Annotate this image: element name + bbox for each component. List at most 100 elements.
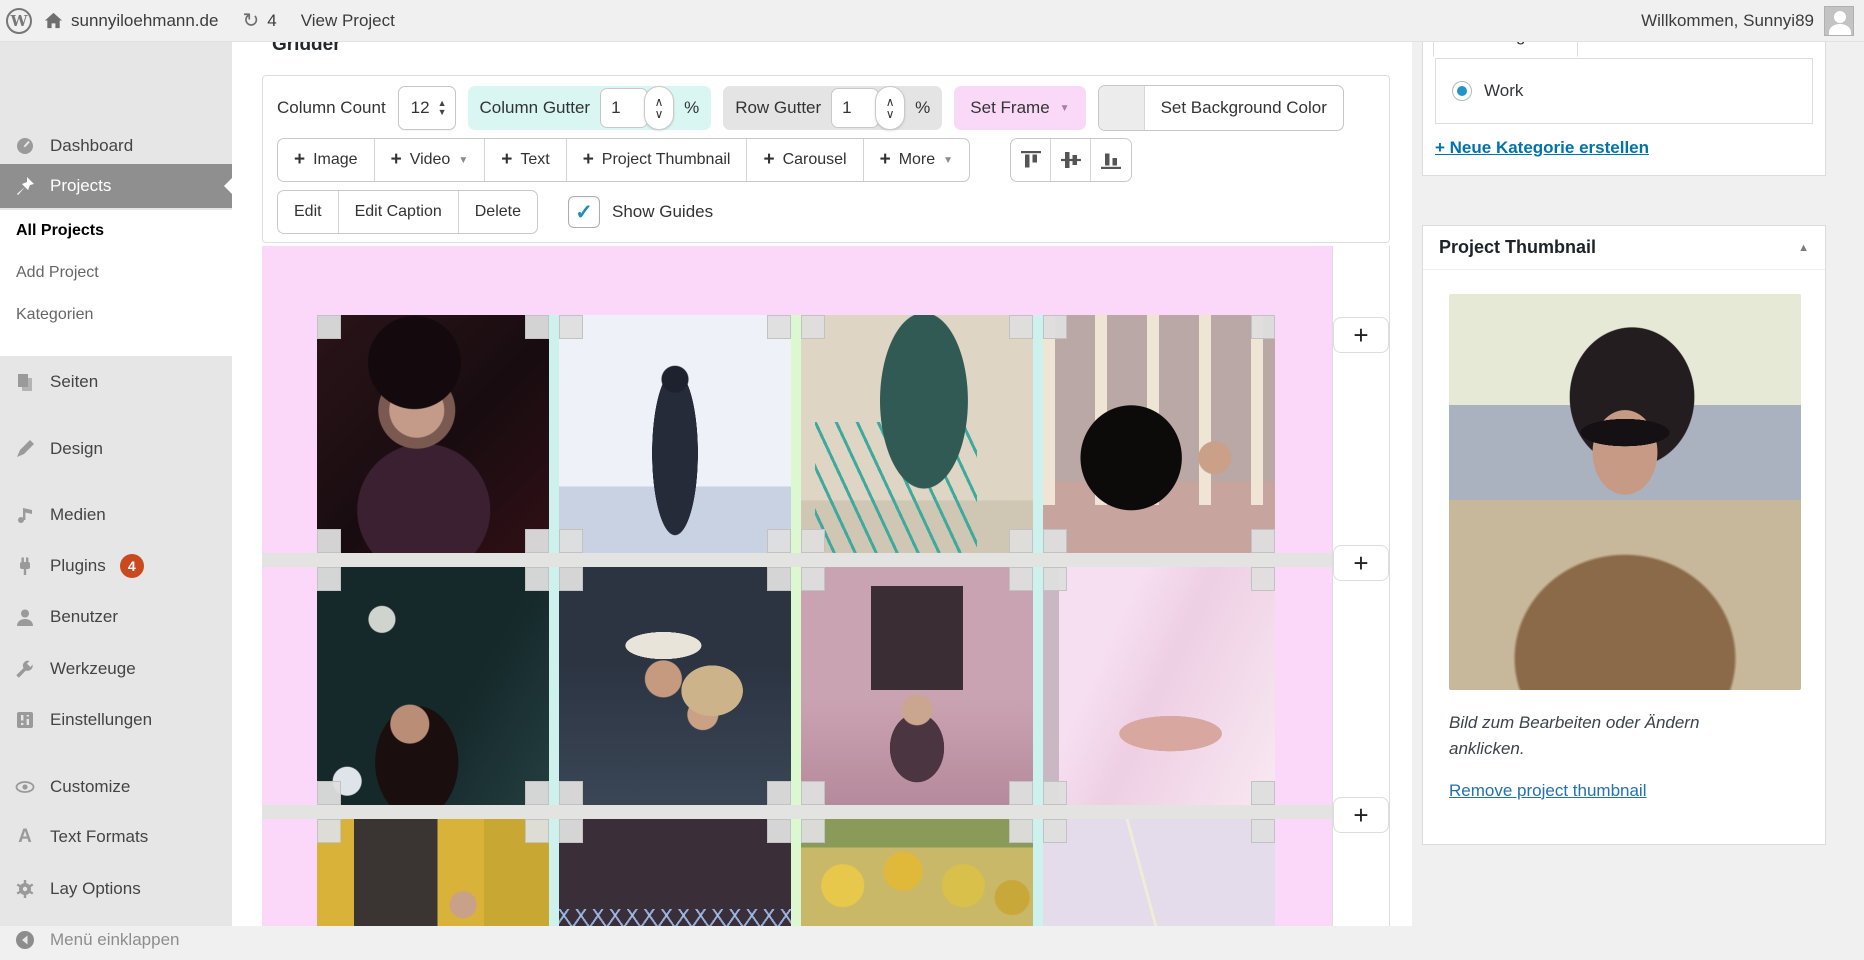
add-row-button[interactable]: + [1333, 797, 1389, 833]
resize-handle[interactable] [1009, 781, 1033, 805]
show-guides-checkbox[interactable]: ✓ [568, 196, 600, 228]
resize-handle[interactable] [559, 567, 583, 591]
resize-handle[interactable] [767, 529, 791, 553]
resize-handle[interactable] [559, 781, 583, 805]
grid-photo-2-2[interactable] [559, 567, 791, 805]
grid-photo-1-2[interactable] [559, 315, 791, 553]
resize-handle[interactable] [801, 781, 825, 805]
sidebar-item-dashboard[interactable]: Dashboard [0, 126, 232, 166]
set-frame-button[interactable]: Set Frame ▼ [954, 86, 1085, 130]
sidebar-item-design[interactable]: Design [0, 429, 232, 469]
row-gutter-stepper[interactable]: ∧∨ [875, 86, 905, 130]
sidebar-item-benutzer[interactable]: Benutzer [0, 597, 232, 637]
resize-handle[interactable] [559, 315, 583, 339]
edit-caption-button[interactable]: Edit Caption [339, 191, 459, 233]
resize-handle[interactable] [1251, 781, 1275, 805]
grid-photo-2-1[interactable] [317, 567, 549, 805]
align-middle-button[interactable] [1051, 139, 1091, 181]
grid-photo-3-4[interactable] [1043, 819, 1275, 926]
resize-handle[interactable] [317, 819, 341, 843]
add-project-thumbnail-button[interactable]: + Project Thumbnail [567, 139, 748, 181]
grid-photo-1-1[interactable] [317, 315, 549, 553]
resize-handle[interactable] [317, 567, 341, 591]
row-gutter-input[interactable]: 1 [831, 88, 879, 128]
add-text-button[interactable]: + Text [485, 139, 566, 181]
sidebar-item-seiten[interactable]: Seiten [0, 362, 232, 402]
delete-button[interactable]: Delete [459, 191, 537, 233]
column-count-stepper[interactable]: 12 ▲▼ [398, 86, 456, 130]
welcome-text[interactable]: Willkommen, Sunnyi89 [1641, 11, 1814, 31]
add-carousel-button[interactable]: + Carousel [747, 139, 863, 181]
sidebar-item-medien[interactable]: Medien [0, 495, 232, 535]
project-thumbnail-header[interactable]: Project Thumbnail ▲ [1423, 226, 1825, 270]
edit-button[interactable]: Edit [278, 191, 339, 233]
submenu-add-project[interactable]: Add Project [0, 252, 232, 294]
resize-handle[interactable] [1009, 567, 1033, 591]
resize-handle[interactable] [317, 315, 341, 339]
add-image-button[interactable]: + Image [278, 139, 375, 181]
resize-handle[interactable] [1251, 529, 1275, 553]
user-avatar[interactable] [1824, 6, 1854, 36]
resize-handle[interactable] [525, 529, 549, 553]
add-row-button[interactable]: + [1333, 545, 1389, 581]
project-thumbnail-image[interactable] [1449, 294, 1801, 690]
resize-handle[interactable] [801, 529, 825, 553]
resize-handle[interactable] [1043, 819, 1067, 843]
site-menu[interactable]: sunnyiloehmann.de [32, 0, 230, 42]
sidebar-item-lay-options[interactable]: Lay Options [0, 869, 232, 909]
resize-handle[interactable] [801, 315, 825, 339]
resize-handle[interactable] [1251, 819, 1275, 843]
grid-photo-3-2[interactable] [559, 819, 791, 926]
column-gutter-stepper[interactable]: ∧∨ [644, 86, 674, 130]
set-background-color-button[interactable]: Set Background Color [1098, 85, 1344, 131]
resize-handle[interactable] [767, 819, 791, 843]
resize-handle[interactable] [1043, 567, 1067, 591]
resize-handle[interactable] [317, 529, 341, 553]
sidebar-item-plugins[interactable]: Plugins 4 [0, 546, 232, 586]
panel-collapse-icon[interactable]: ▲ [1798, 242, 1809, 254]
sidebar-item-customize[interactable]: Customize [0, 767, 232, 807]
remove-project-thumbnail-link[interactable]: Remove project thumbnail [1449, 781, 1646, 801]
add-row-button[interactable]: + [1333, 317, 1389, 353]
spinner-arrows-icon[interactable]: ▲▼ [438, 99, 447, 117]
resize-handle[interactable] [525, 819, 549, 843]
resize-handle[interactable] [1043, 781, 1067, 805]
category-radio-work[interactable] [1452, 81, 1472, 101]
sidebar-item-werkzeuge[interactable]: Werkzeuge [0, 649, 232, 689]
add-new-category-link[interactable]: + Neue Kategorie erstellen [1435, 138, 1649, 158]
background-color-swatch[interactable] [1099, 86, 1145, 130]
updates-menu[interactable]: ↻ 4 [230, 0, 288, 42]
resize-handle[interactable] [1009, 315, 1033, 339]
resize-handle[interactable] [801, 819, 825, 843]
resize-handle[interactable] [1251, 567, 1275, 591]
resize-handle[interactable] [525, 781, 549, 805]
resize-handle[interactable] [801, 567, 825, 591]
resize-handle[interactable] [317, 781, 341, 805]
grid-photo-3-3[interactable] [801, 819, 1033, 926]
collapse-menu-button[interactable]: Menü einklappen [0, 920, 232, 960]
resize-handle[interactable] [767, 567, 791, 591]
sidebar-item-projects[interactable]: Projects [0, 164, 232, 208]
grid-background[interactable] [262, 246, 1332, 926]
resize-handle[interactable] [1251, 315, 1275, 339]
column-gutter-input[interactable]: 1 [600, 88, 648, 128]
submenu-all-projects[interactable]: All Projects [0, 210, 232, 252]
resize-handle[interactable] [525, 567, 549, 591]
add-video-button[interactable]: + Video ▼ [375, 139, 486, 181]
resize-handle[interactable] [767, 781, 791, 805]
resize-handle[interactable] [767, 315, 791, 339]
grid-photo-2-3[interactable] [801, 567, 1033, 805]
sidebar-item-einstellungen[interactable]: Einstellungen [0, 700, 232, 740]
resize-handle[interactable] [1043, 529, 1067, 553]
add-more-button[interactable]: + More ▼ [864, 139, 969, 181]
resize-handle[interactable] [559, 819, 583, 843]
grid-photo-2-4[interactable] [1043, 567, 1275, 805]
align-top-button[interactable] [1011, 139, 1051, 181]
align-bottom-button[interactable] [1091, 139, 1131, 181]
resize-handle[interactable] [559, 529, 583, 553]
submenu-kategorien[interactable]: Kategorien [0, 294, 232, 336]
grid-photo-3-1[interactable] [317, 819, 549, 926]
resize-handle[interactable] [1009, 529, 1033, 553]
resize-handle[interactable] [1043, 315, 1067, 339]
grid-photo-1-4[interactable] [1043, 315, 1275, 553]
